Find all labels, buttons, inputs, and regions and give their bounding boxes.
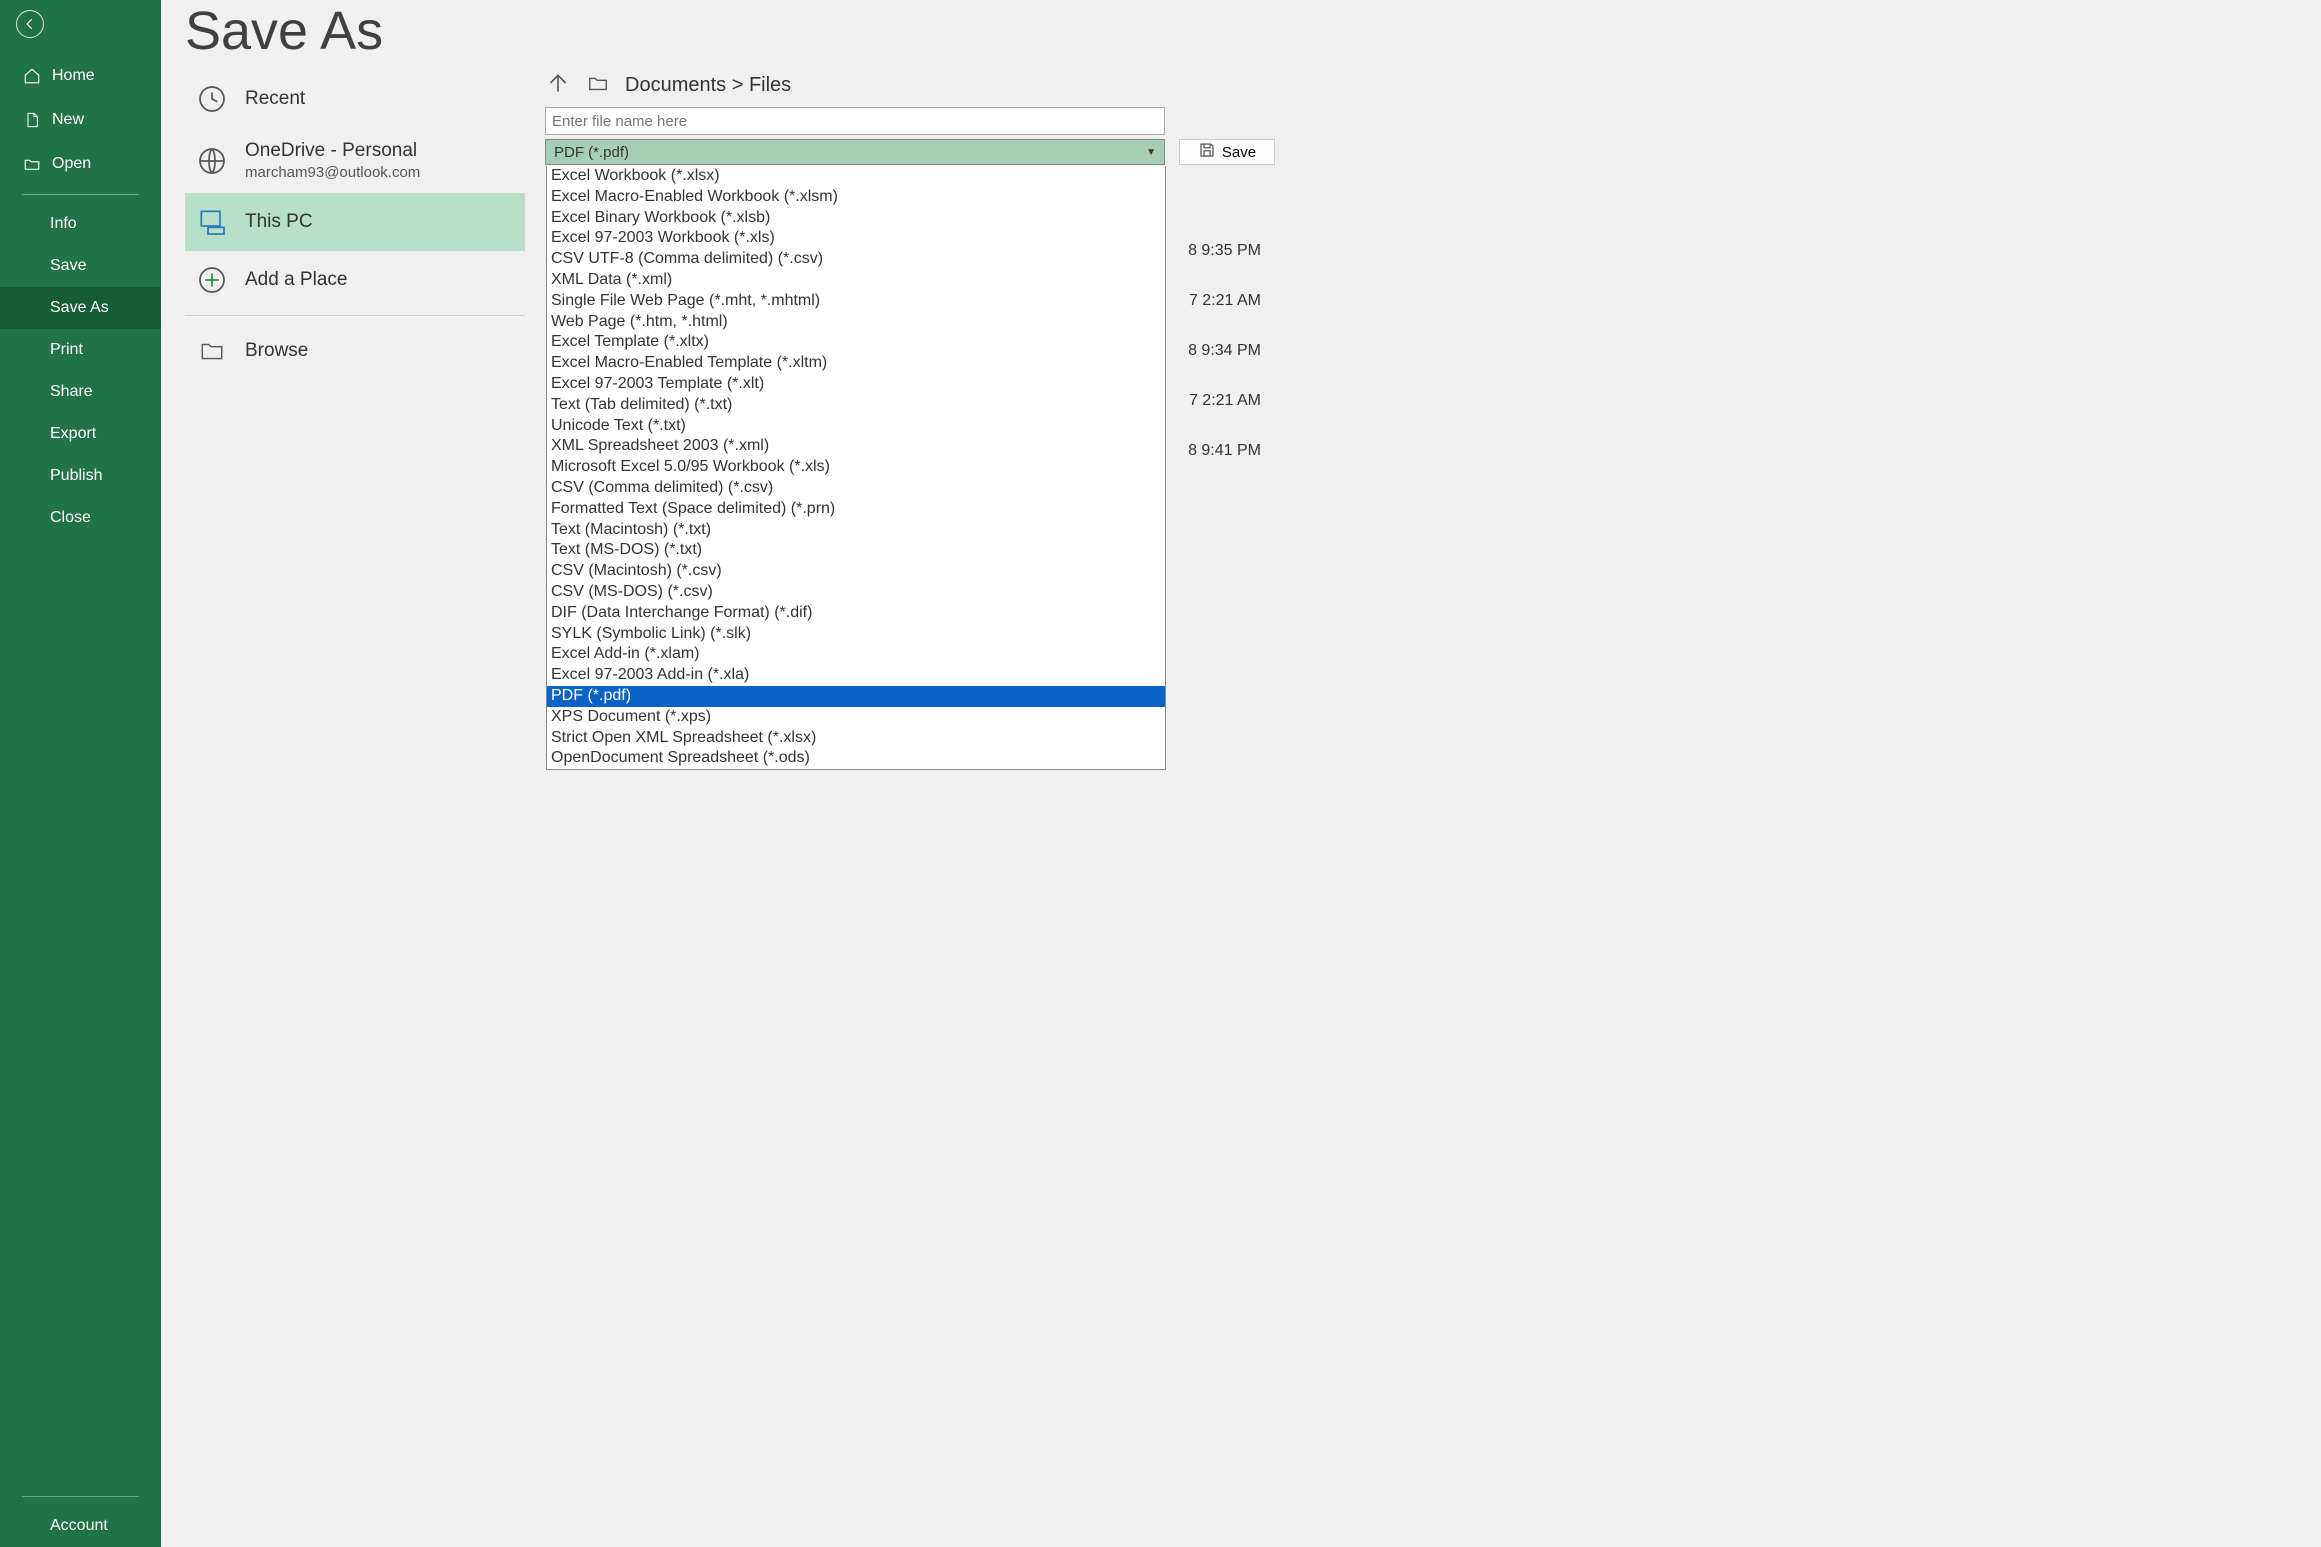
format-option[interactable]: Excel Add-in (*.xlam) [547,644,1165,665]
sidebar-item-close[interactable]: Close [0,497,161,539]
sidebar-item-label: Home [52,67,95,85]
sidebar-item-print[interactable]: Print [0,329,161,371]
location-label: Browse [245,340,308,362]
format-option[interactable]: XML Data (*.xml) [547,270,1165,291]
sidebar-divider [22,1496,139,1497]
sidebar-item-new[interactable]: New [0,98,161,142]
format-option[interactable]: Microsoft Excel 5.0/95 Workbook (*.xls) [547,457,1165,478]
format-select[interactable]: PDF (*.pdf) ▼ Excel Workbook (*.xlsx)Exc… [545,139,1165,165]
sidebar-item-open[interactable]: Open [0,142,161,186]
up-arrow-icon[interactable] [545,70,571,101]
format-option[interactable]: Excel 97-2003 Template (*.xlt) [547,374,1165,395]
breadcrumb[interactable]: Documents > Files [625,74,791,97]
format-option[interactable]: Excel Binary Workbook (*.xlsb) [547,208,1165,229]
location-thispc[interactable]: This PC [185,193,525,251]
sidebar-item-saveas[interactable]: Save As [0,287,161,329]
clock-icon [195,82,229,116]
sidebar-item-label: Save As [50,299,109,317]
sidebar-item-label: Export [50,425,96,443]
format-select-value: PDF (*.pdf) [554,144,629,161]
format-option[interactable]: CSV (Comma delimited) (*.csv) [547,478,1165,499]
sidebar-item-info[interactable]: Info [0,203,161,245]
format-option[interactable]: Excel Workbook (*.xlsx) [547,166,1165,187]
main-content: Save As Recent OneDrive - Personal march… [161,0,2321,1547]
globe-icon [195,144,229,178]
save-icon [1198,141,1216,163]
location-recent[interactable]: Recent [185,70,525,128]
format-option[interactable]: Excel Macro-Enabled Template (*.xltm) [547,353,1165,374]
format-dropdown[interactable]: Excel Workbook (*.xlsx)Excel Macro-Enabl… [546,166,1166,770]
format-option[interactable]: OpenDocument Spreadsheet (*.ods) [547,748,1165,769]
format-option[interactable]: Single File Web Page (*.mht, *.mhtml) [547,291,1165,312]
save-panel: Documents > Files PDF (*.pdf) ▼ Excel Wo… [545,70,1275,380]
save-button[interactable]: Save [1179,139,1275,165]
format-option[interactable]: Text (Tab delimited) (*.txt) [547,395,1165,416]
backstage-sidebar: Home New Open Info Save Save As Print Sh… [0,0,161,1547]
format-option[interactable]: XPS Document (*.xps) [547,707,1165,728]
sidebar-item-home[interactable]: Home [0,54,161,98]
format-option[interactable]: CSV UTF-8 (Comma delimited) (*.csv) [547,249,1165,270]
location-browse[interactable]: Browse [185,322,525,380]
location-divider [185,315,525,316]
sidebar-item-label: Save [50,257,86,275]
format-option[interactable]: Unicode Text (*.txt) [547,416,1165,437]
sidebar-item-publish[interactable]: Publish [0,455,161,497]
location-addplace[interactable]: Add a Place [185,251,525,309]
sidebar-item-export[interactable]: Export [0,413,161,455]
format-option[interactable]: Excel Template (*.xltx) [547,332,1165,353]
sidebar-item-account[interactable]: Account [0,1505,161,1547]
location-label: This PC [245,211,313,233]
home-icon [22,66,42,86]
sidebar-item-label: Print [50,341,83,359]
format-option[interactable]: SYLK (Symbolic Link) (*.slk) [547,624,1165,645]
location-label: Recent [245,88,305,110]
page-title: Save As [185,0,2321,70]
format-option[interactable]: DIF (Data Interchange Format) (*.dif) [547,603,1165,624]
sidebar-item-label: Publish [50,467,102,485]
format-option[interactable]: Text (MS-DOS) (*.txt) [547,540,1165,561]
sidebar-divider [22,194,139,195]
sidebar-item-label: Account [50,1517,108,1535]
format-option[interactable]: Formatted Text (Space delimited) (*.prn) [547,499,1165,520]
format-option[interactable]: XML Spreadsheet 2003 (*.xml) [547,436,1165,457]
sidebar-item-label: Info [50,215,77,233]
back-button[interactable] [16,10,44,38]
save-button-label: Save [1222,144,1256,161]
format-option[interactable]: Web Page (*.htm, *.html) [547,312,1165,333]
sidebar-item-label: Share [50,383,93,401]
location-onedrive[interactable]: OneDrive - Personal marcham93@outlook.co… [185,128,525,193]
location-label: OneDrive - Personal [245,140,420,162]
format-option[interactable]: Text (Macintosh) (*.txt) [547,520,1165,541]
format-option[interactable]: CSV (MS-DOS) (*.csv) [547,582,1165,603]
sidebar-item-save[interactable]: Save [0,245,161,287]
folder-icon [195,334,229,368]
sidebar-item-share[interactable]: Share [0,371,161,413]
location-label: Add a Place [245,269,347,291]
format-option[interactable]: Strict Open XML Spreadsheet (*.xlsx) [547,728,1165,749]
format-option[interactable]: Excel Macro-Enabled Workbook (*.xlsm) [547,187,1165,208]
filename-input[interactable] [545,107,1165,135]
format-option[interactable]: CSV (Macintosh) (*.csv) [547,561,1165,582]
chevron-down-icon: ▼ [1146,147,1156,158]
save-locations: Recent OneDrive - Personal marcham93@out… [185,70,525,380]
format-option[interactable]: Excel 97-2003 Workbook (*.xls) [547,228,1165,249]
sidebar-item-label: Close [50,509,91,527]
sidebar-item-label: New [52,111,84,129]
format-option[interactable]: PDF (*.pdf) [547,686,1165,707]
folder-open-icon [22,154,42,174]
folder-open-icon [585,72,611,99]
location-sublabel: marcham93@outlook.com [245,164,420,181]
breadcrumb-row: Documents > Files [545,70,1275,101]
thispc-icon [195,205,229,239]
new-file-icon [22,110,42,130]
format-option[interactable]: Excel 97-2003 Add-in (*.xla) [547,665,1165,686]
sidebar-item-label: Open [52,155,91,173]
add-place-icon [195,263,229,297]
